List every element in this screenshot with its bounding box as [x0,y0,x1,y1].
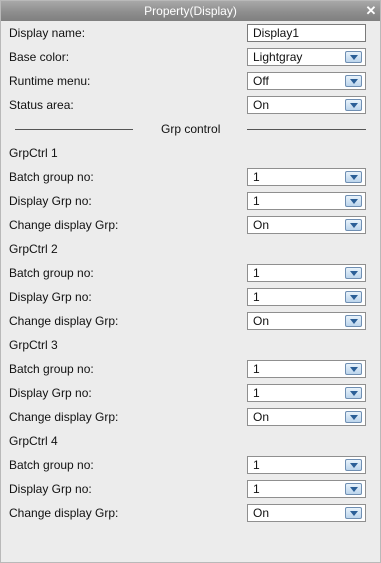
status-area-value: On [253,98,270,112]
runtime-menu-select[interactable]: Off [247,72,366,90]
grpctrl-3-heading-row: GrpCtrl 3 [1,333,380,357]
display-grp-label: Display Grp no: [9,386,92,400]
grpctrl-4-display-row: Display Grp no: 1 [1,477,380,501]
chevron-down-icon[interactable] [345,195,362,207]
display-grp-select[interactable]: 1 [247,384,366,402]
chevron-down-icon[interactable] [345,363,362,375]
grpctrl-3-change-row: Change display Grp: On [1,405,380,429]
change-display-grp-value: On [253,506,270,520]
chevron-down-icon[interactable] [345,387,362,399]
chevron-down-icon[interactable] [345,459,362,471]
grpctrl-3-batch-row: Batch group no: 1 [1,357,380,381]
grpctrl-2-display-row: Display Grp no: 1 [1,285,380,309]
change-display-grp-select[interactable]: On [247,504,366,522]
display-name-label: Display name: [9,26,86,40]
group-title: GrpCtrl 1 [9,146,58,160]
runtime-menu-value: Off [253,74,269,88]
change-display-grp-select[interactable]: On [247,408,366,426]
display-grp-value: 1 [253,386,260,400]
change-display-grp-label: Change display Grp: [9,314,119,328]
batch-group-value: 1 [253,266,260,280]
grpctrl-2-heading-row: GrpCtrl 2 [1,237,380,261]
chevron-down-icon[interactable] [345,171,362,183]
change-display-grp-label: Change display Grp: [9,506,119,520]
batch-group-value: 1 [253,362,260,376]
base-color-label: Base color: [9,50,70,64]
batch-group-label: Batch group no: [9,458,94,472]
chevron-down-icon[interactable] [345,291,362,303]
change-display-grp-label: Change display Grp: [9,410,119,424]
chevron-down-icon[interactable] [345,315,362,327]
display-grp-label: Display Grp no: [9,290,92,304]
divider-line-left [15,129,133,130]
panel-title: Property(Display) [144,4,237,18]
status-area-select[interactable]: On [247,96,366,114]
grpctrl-2-batch-row: Batch group no: 1 [1,261,380,285]
grpctrl-1-change-row: Change display Grp: On [1,213,380,237]
batch-group-label: Batch group no: [9,170,94,184]
close-icon[interactable]: ✕ [364,1,378,21]
display-grp-select[interactable]: 1 [247,480,366,498]
display-grp-value: 1 [253,290,260,304]
change-display-grp-value: On [253,218,270,232]
runtime-menu-row: Runtime menu: Off [1,69,380,93]
status-area-row: Status area: On [1,93,380,117]
chevron-down-icon[interactable] [345,75,362,87]
display-name-row: Display name: Display1 [1,21,380,45]
grpctrl-2-change-row: Change display Grp: On [1,309,380,333]
batch-group-select[interactable]: 1 [247,168,366,186]
grpctrl-3-display-row: Display Grp no: 1 [1,381,380,405]
property-panel: Property(Display) ✕ Display name: Displa… [0,0,381,563]
batch-group-select[interactable]: 1 [247,360,366,378]
change-display-grp-value: On [253,314,270,328]
grpctrl-4-batch-row: Batch group no: 1 [1,453,380,477]
grpctrl-1-heading-row: GrpCtrl 1 [1,141,380,165]
grpctrl-4-heading-row: GrpCtrl 4 [1,429,380,453]
chevron-down-icon[interactable] [345,507,362,519]
change-display-grp-label: Change display Grp: [9,218,119,232]
batch-group-label: Batch group no: [9,362,94,376]
display-name-value: Display1 [253,26,300,40]
display-grp-select[interactable]: 1 [247,192,366,210]
base-color-row: Base color: Lightgray [1,45,380,69]
base-color-value: Lightgray [253,50,303,64]
batch-group-label: Batch group no: [9,266,94,280]
batch-group-select[interactable]: 1 [247,264,366,282]
status-area-label: Status area: [9,98,74,112]
grpctrl-1-display-row: Display Grp no: 1 [1,189,380,213]
change-display-grp-value: On [253,410,270,424]
title-bar: Property(Display) ✕ [1,1,380,21]
grp-control-heading: Grp control [161,122,221,136]
display-grp-label: Display Grp no: [9,482,92,496]
batch-group-select[interactable]: 1 [247,456,366,474]
chevron-down-icon[interactable] [345,99,362,111]
chevron-down-icon[interactable] [345,267,362,279]
divider-line-right [247,129,366,130]
batch-group-value: 1 [253,170,260,184]
display-name-field[interactable]: Display1 [247,24,366,42]
display-grp-value: 1 [253,482,260,496]
base-color-select[interactable]: Lightgray [247,48,366,66]
group-title: GrpCtrl 4 [9,434,58,448]
display-grp-select[interactable]: 1 [247,288,366,306]
chevron-down-icon[interactable] [345,51,362,63]
grpctrl-4-change-row: Change display Grp: On [1,501,380,525]
chevron-down-icon[interactable] [345,411,362,423]
runtime-menu-label: Runtime menu: [9,74,91,88]
change-display-grp-select[interactable]: On [247,312,366,330]
grpctrl-1-batch-row: Batch group no: 1 [1,165,380,189]
display-grp-value: 1 [253,194,260,208]
chevron-down-icon[interactable] [345,219,362,231]
change-display-grp-select[interactable]: On [247,216,366,234]
batch-group-value: 1 [253,458,260,472]
chevron-down-icon[interactable] [345,483,362,495]
group-title: GrpCtrl 3 [9,338,58,352]
group-title: GrpCtrl 2 [9,242,58,256]
display-grp-label: Display Grp no: [9,194,92,208]
grp-control-divider: Grp control [1,117,380,141]
